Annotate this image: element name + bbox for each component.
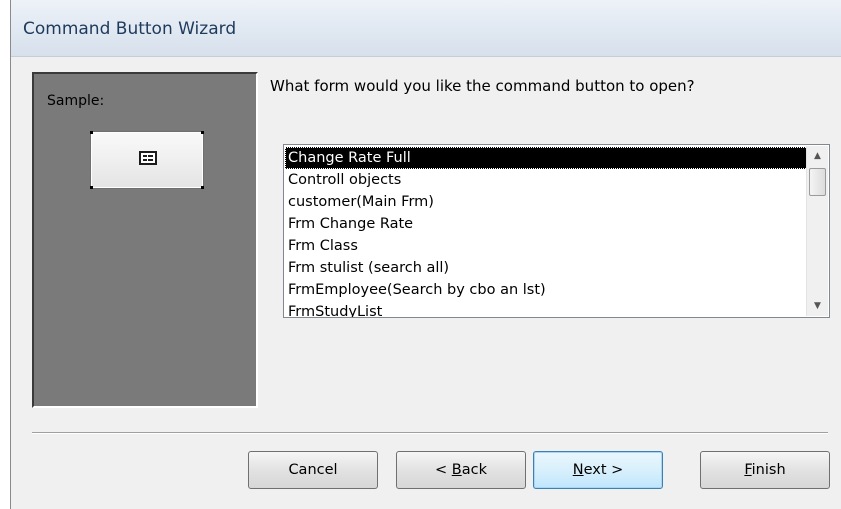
next-button[interactable]: Next >: [533, 451, 663, 489]
form-listbox[interactable]: Change Rate Full Controll objects custom…: [283, 144, 830, 318]
wizard-body: Sample: What form would you like the com…: [11, 57, 841, 509]
title-bar[interactable]: Command Button Wizard: [11, 0, 841, 57]
list-item[interactable]: customer(Main Frm): [285, 191, 808, 213]
list-item[interactable]: Frm stulist (search all): [285, 257, 808, 279]
form-question: What form would you like the command but…: [270, 77, 695, 95]
back-button[interactable]: < Back: [396, 451, 526, 489]
sample-label: Sample:: [47, 93, 105, 109]
sample-button-preview: [90, 131, 204, 189]
sample-panel: Sample:: [32, 72, 258, 408]
vertical-scrollbar[interactable]: ▲ ▼: [806, 146, 828, 316]
arrow-up-icon[interactable]: ▲: [807, 146, 828, 166]
next-button-label: ext >: [583, 462, 624, 478]
list-item[interactable]: FrmEmployee(Search by cbo an lst): [285, 279, 808, 301]
next-button-accel: N: [572, 462, 584, 478]
window-title: Command Button Wizard: [23, 19, 237, 39]
selection-handle: [90, 186, 93, 189]
selection-handle: [90, 131, 93, 134]
cancel-button[interactable]: Cancel: [248, 451, 378, 489]
list-item[interactable]: Change Rate Full: [285, 147, 808, 169]
finish-button-accel: F: [744, 462, 752, 478]
scroll-thumb[interactable]: [809, 168, 826, 196]
back-button-accel: B: [451, 462, 462, 478]
selection-handle: [201, 131, 204, 134]
list-item[interactable]: Frm Class: [285, 235, 808, 257]
cancel-button-label: Cancel: [288, 462, 338, 478]
form-list: Change Rate Full Controll objects custom…: [285, 147, 808, 317]
arrow-down-icon[interactable]: ▼: [807, 296, 828, 316]
command-button-wizard-window: Command Button Wizard Sample: What form …: [10, 0, 841, 509]
finish-button[interactable]: Finish: [700, 451, 830, 489]
finish-button-label: inish: [751, 462, 786, 478]
selection-handle: [201, 186, 204, 189]
form-icon: [139, 151, 157, 165]
list-item[interactable]: Frm Change Rate: [285, 213, 808, 235]
list-item[interactable]: FrmStudyList: [285, 301, 808, 317]
back-button-label: ack: [461, 462, 487, 478]
back-button-prefix: <: [435, 462, 452, 478]
list-item[interactable]: Controll objects: [285, 169, 808, 191]
separator-line: [32, 432, 828, 434]
